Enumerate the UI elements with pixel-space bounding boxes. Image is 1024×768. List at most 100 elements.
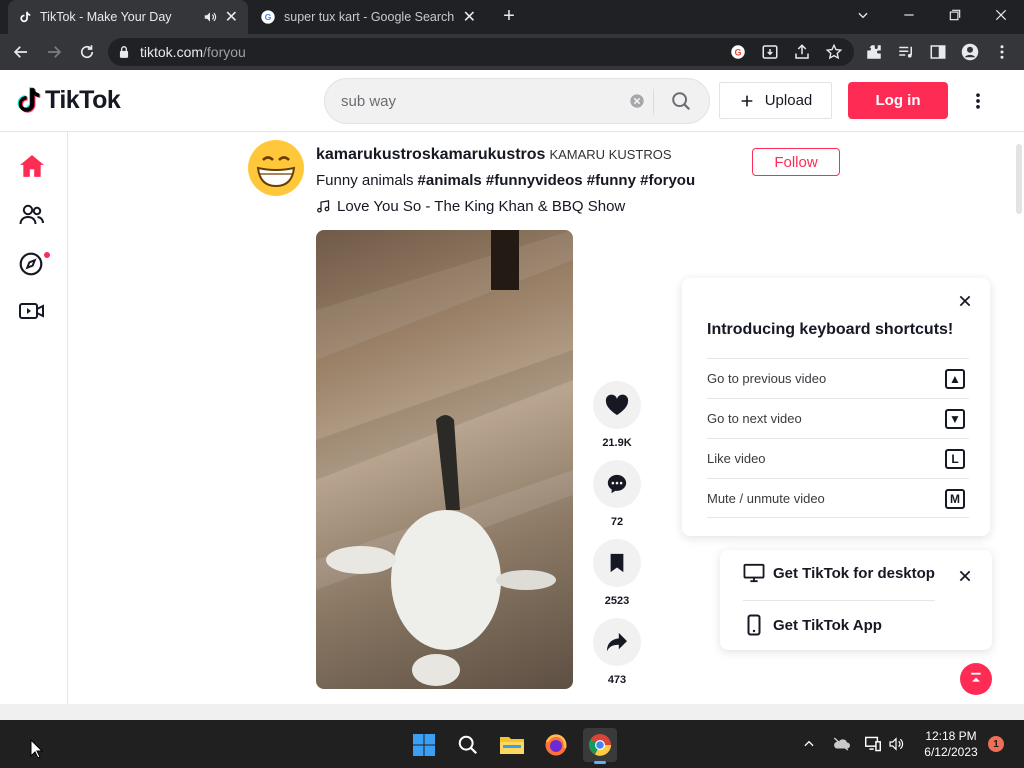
- show-hidden-icons-icon[interactable]: [802, 737, 816, 751]
- heart-icon: [605, 394, 629, 415]
- minimize-icon[interactable]: [902, 8, 916, 22]
- comment-count: 72: [610, 516, 624, 528]
- tiktok-logo-icon[interactable]: [16, 86, 42, 114]
- key-l: L: [945, 449, 965, 469]
- author-avatar[interactable]: [248, 140, 304, 196]
- search-bar: [324, 78, 710, 124]
- search-divider: [653, 89, 654, 115]
- clock-time: 12:18 PM: [925, 729, 977, 743]
- video-player[interactable]: [316, 230, 573, 689]
- author-username-text: kamarukustroskamarukustros: [316, 146, 546, 163]
- window-close-icon[interactable]: [994, 8, 1008, 22]
- onedrive-icon[interactable]: [832, 736, 850, 752]
- music-link[interactable]: Love You So - The King Khan & BBQ Show: [316, 198, 625, 215]
- taskbar-search-icon[interactable]: [451, 728, 485, 762]
- scroll-to-top-button[interactable]: [960, 663, 992, 695]
- arrow-up-icon: [971, 672, 981, 682]
- tab-title: super tux kart - Google Search: [284, 10, 455, 24]
- screen: TikTok - Make Your Day ✕ G super tux kar…: [0, 0, 1024, 768]
- save-button[interactable]: [593, 539, 641, 587]
- bookmark-icon: [610, 553, 624, 573]
- side-panel-icon[interactable]: [929, 43, 947, 61]
- close-get-app-icon[interactable]: [957, 568, 973, 584]
- save-count: 2523: [604, 595, 630, 607]
- tab-close-icon[interactable]: ✕: [463, 7, 476, 27]
- lock-icon[interactable]: [118, 45, 130, 59]
- extensions-icon[interactable]: [865, 43, 883, 61]
- page-scrollbar[interactable]: [1016, 144, 1022, 214]
- share-arrow-icon: [607, 632, 627, 652]
- share-button[interactable]: [593, 618, 641, 666]
- shortcut-label: Go to next video: [707, 411, 802, 426]
- tab-tiktok[interactable]: TikTok - Make Your Day ✕: [8, 0, 248, 34]
- forward-icon[interactable]: [45, 43, 63, 61]
- tiktok-logo-text[interactable]: TikTok: [45, 86, 121, 115]
- music-title: Love You So - The King Khan & BBQ Show: [337, 198, 626, 215]
- share-icon[interactable]: [793, 43, 811, 61]
- shortcuts-title: Introducing keyboard shortcuts!: [707, 321, 954, 338]
- chrome-taskbar-icon[interactable]: [583, 728, 617, 762]
- windows-start-icon[interactable]: [407, 728, 441, 762]
- tab-close-icon[interactable]: ✕: [225, 7, 238, 27]
- firefox-icon[interactable]: [539, 728, 573, 762]
- tab-google-search[interactable]: G super tux kart - Google Search ✕: [250, 0, 486, 34]
- like-button[interactable]: [593, 381, 641, 429]
- tiktok-favicon-icon: [18, 10, 32, 24]
- bookmark-star-icon[interactable]: [825, 43, 843, 61]
- key-m: M: [945, 489, 965, 509]
- comment-button[interactable]: [593, 460, 641, 508]
- more-options-icon[interactable]: [968, 91, 988, 111]
- svg-text:G: G: [265, 12, 272, 22]
- install-app-icon[interactable]: [761, 43, 779, 61]
- profile-icon[interactable]: [961, 43, 979, 61]
- get-desktop-label: Get TikTok for desktop: [773, 564, 935, 582]
- shortcut-row: Go to next video ▼: [707, 398, 969, 438]
- live-icon[interactable]: [18, 300, 46, 322]
- tab-search-icon[interactable]: [856, 8, 870, 22]
- volume-icon[interactable]: [888, 736, 904, 752]
- browser-menu-icon[interactable]: [993, 43, 1011, 61]
- media-control-icon[interactable]: [897, 43, 915, 61]
- explore-icon[interactable]: [18, 251, 44, 277]
- get-desktop-link[interactable]: Get TikTok for desktop: [743, 563, 935, 583]
- mouse-cursor-icon: [30, 739, 44, 759]
- url-path: /foryou: [203, 44, 246, 60]
- file-explorer-icon[interactable]: [495, 728, 529, 762]
- get-app-link[interactable]: Get TikTok App: [743, 614, 882, 636]
- upload-label: Upload: [764, 92, 813, 109]
- get-app-divider: [743, 600, 935, 601]
- restore-icon[interactable]: [948, 8, 962, 22]
- comment-icon: [607, 474, 627, 494]
- shortcut-row: Mute / unmute video M: [707, 478, 969, 518]
- following-icon[interactable]: [19, 203, 45, 227]
- author-nickname: KAMARU KUSTROS: [549, 147, 672, 162]
- shortcut-row: Like video L: [707, 438, 969, 478]
- get-app-label: Get TikTok App: [773, 616, 882, 634]
- shortcut-label: Like video: [707, 451, 766, 466]
- phone-icon: [747, 614, 761, 636]
- post-caption: Funny animals #animals #funnyvideos #funn…: [316, 172, 695, 189]
- caption-hashtags[interactable]: #animals #funnyvideos #funny #foryou: [418, 172, 696, 189]
- tab-title: TikTok - Make Your Day: [40, 10, 172, 24]
- search-input[interactable]: [341, 90, 631, 112]
- network-icon[interactable]: [864, 736, 882, 752]
- google-lens-icon[interactable]: G: [729, 43, 747, 61]
- upload-button[interactable]: Upload: [719, 82, 832, 119]
- clear-search-icon[interactable]: [629, 93, 645, 109]
- search-icon[interactable]: [670, 90, 692, 112]
- new-tab-icon[interactable]: +: [499, 6, 519, 26]
- key-up-icon: ▲: [945, 369, 965, 389]
- close-shortcuts-icon[interactable]: [957, 293, 973, 309]
- tab-audio-icon[interactable]: [203, 10, 217, 24]
- home-icon[interactable]: [19, 154, 45, 178]
- back-icon[interactable]: [12, 43, 30, 61]
- notification-badge[interactable]: 1: [988, 736, 1004, 752]
- author-username[interactable]: kamarukustroskamarukustros KAMARU KUSTROS: [316, 146, 672, 164]
- login-button[interactable]: Log in: [848, 82, 948, 119]
- follow-button[interactable]: Follow: [752, 148, 840, 176]
- shortcut-label: Go to previous video: [707, 371, 827, 386]
- taskbar-clock[interactable]: 12:18 PM 6/12/2023: [916, 728, 986, 760]
- share-count: 473: [607, 674, 627, 686]
- like-count: 21.9K: [602, 437, 632, 449]
- reload-icon[interactable]: [78, 43, 96, 61]
